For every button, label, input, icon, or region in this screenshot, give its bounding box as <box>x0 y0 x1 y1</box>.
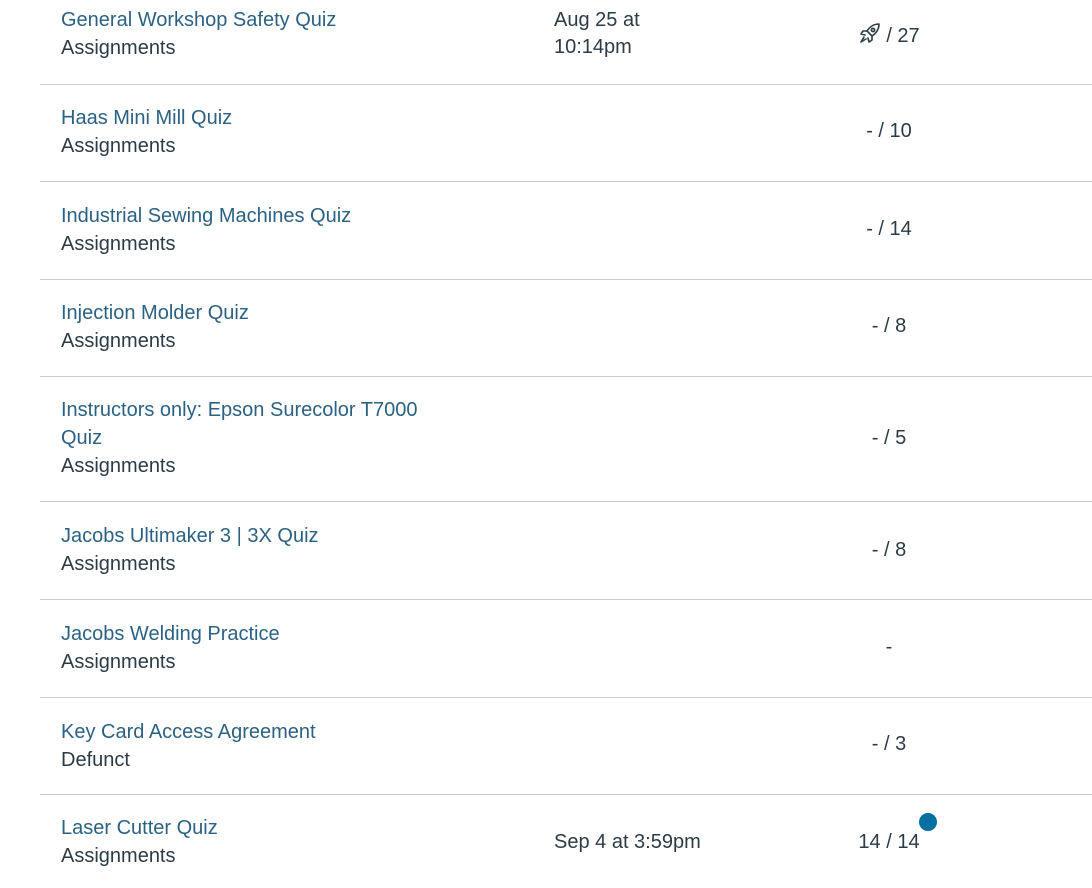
assignment-group: Defunct <box>61 749 130 771</box>
due-date: Sep 4 at 3:59pm <box>554 831 701 853</box>
grade-row: Injection Molder Quiz Assignments - / 8 <box>40 280 1092 377</box>
grade-row: Industrial Sewing Machines Quiz Assignme… <box>40 182 1092 280</box>
assignment-group: Assignments <box>61 233 176 255</box>
rocket-icon <box>858 21 882 53</box>
grade-row: Instructors only: Epson Surecolor T7000 … <box>40 377 1092 502</box>
assignment-name-cell: Jacobs Welding Practice Assignments <box>61 620 461 676</box>
grades-table: General Workshop Safety Quiz Assignments… <box>40 0 1092 888</box>
assignment-name-cell: Haas Mini Mill Quiz Assignments <box>61 104 461 160</box>
assignment-name-cell: Key Card Access Agreement Defunct <box>61 718 461 774</box>
score: - / 8 <box>871 315 907 337</box>
score: - / 10 <box>866 120 912 142</box>
grade-row: General Workshop Safety Quiz Assignments… <box>40 0 1092 85</box>
assignment-name-cell: Jacobs Ultimaker 3 | 3X Quiz Assignments <box>61 522 461 578</box>
assignment-link[interactable]: Instructors only: Epson Surecolor T7000 … <box>61 396 451 452</box>
assignment-link[interactable]: Haas Mini Mill Quiz <box>61 104 461 132</box>
assignment-group: Assignments <box>61 37 176 59</box>
assignment-name-cell: Instructors only: Epson Surecolor T7000 … <box>61 396 451 480</box>
assignment-name-cell: General Workshop Safety Quiz Assignments <box>61 6 461 62</box>
assignment-group: Assignments <box>61 330 176 352</box>
assignment-group: Assignments <box>61 845 176 867</box>
grade-row: Jacobs Ultimaker 3 | 3X Quiz Assignments… <box>40 502 1092 600</box>
assignment-link[interactable]: Jacobs Welding Practice <box>61 620 461 648</box>
score: - / 3 <box>871 733 907 755</box>
score-text: / 27 <box>886 25 920 47</box>
assignment-name-cell: Laser Cutter Quiz Assignments <box>61 814 461 870</box>
grade-row: Haas Mini Mill Quiz Assignments - / 10 <box>40 85 1092 182</box>
assignment-group: Assignments <box>61 651 176 673</box>
grade-row: Laser Cutter Quiz Assignments Sep 4 at 3… <box>40 795 1092 888</box>
assignment-group: Assignments <box>61 553 176 575</box>
assignment-link[interactable]: Laser Cutter Quiz <box>61 814 461 842</box>
score: / 27 <box>840 21 938 53</box>
assignment-link[interactable]: Jacobs Ultimaker 3 | 3X Quiz <box>61 522 461 550</box>
score: - <box>885 636 893 658</box>
assignment-link[interactable]: Key Card Access Agreement <box>61 718 461 746</box>
assignment-link[interactable]: General Workshop Safety Quiz <box>61 6 461 34</box>
grade-row: Key Card Access Agreement Defunct - / 3 <box>40 698 1092 795</box>
score: - / 5 <box>871 427 907 449</box>
score: - / 14 <box>866 218 912 240</box>
assignment-name-cell: Injection Molder Quiz Assignments <box>61 299 461 355</box>
unread-indicator <box>919 813 937 831</box>
assignment-name-cell: Industrial Sewing Machines Quiz Assignme… <box>61 202 461 258</box>
assignment-group: Assignments <box>61 455 176 477</box>
score: 14 / 14 <box>858 831 920 853</box>
due-date: Aug 25 at 10:14pm <box>554 9 640 58</box>
assignment-link[interactable]: Industrial Sewing Machines Quiz <box>61 202 461 230</box>
grade-row: Jacobs Welding Practice Assignments - <box>40 600 1092 698</box>
assignment-group: Assignments <box>61 135 176 157</box>
assignment-link[interactable]: Injection Molder Quiz <box>61 299 461 327</box>
score: - / 8 <box>871 539 907 561</box>
